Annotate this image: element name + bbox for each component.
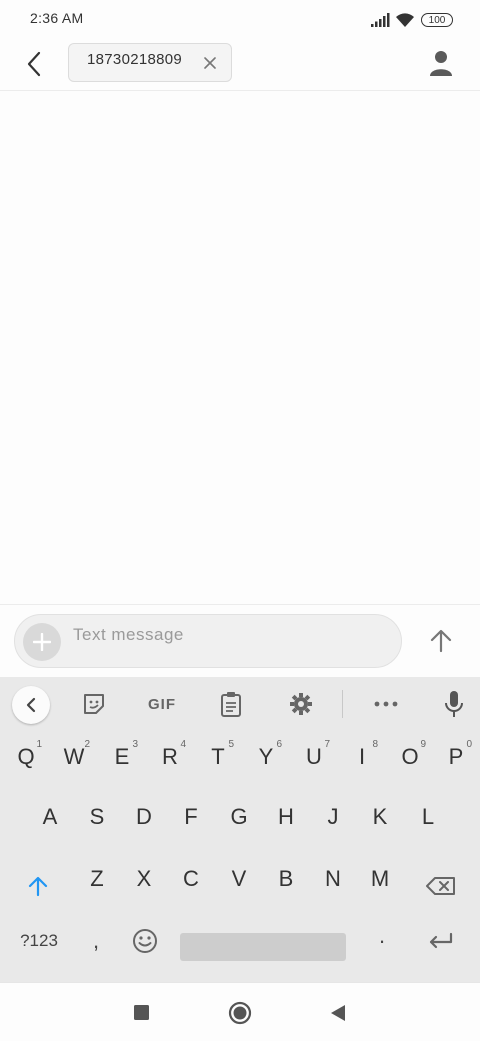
backspace-key[interactable] (418, 862, 464, 910)
key-m[interactable]: M (358, 854, 402, 904)
more-horizontal-icon (374, 701, 398, 707)
compose-divider (0, 604, 480, 605)
attach-button[interactable] (23, 623, 61, 661)
key-q[interactable]: Q1 (4, 732, 48, 782)
status-time: 2:36 AM (30, 10, 84, 26)
key-i[interactable]: I8 (340, 732, 384, 782)
navigation-bar (0, 982, 480, 1041)
symbols-key[interactable]: ?123 (8, 917, 70, 965)
nav-back-button[interactable] (322, 999, 354, 1027)
chevron-left-icon (26, 697, 36, 713)
sticker-icon (84, 694, 104, 714)
more-button[interactable] (366, 685, 406, 723)
gear-icon (290, 693, 312, 715)
compose-box (14, 614, 402, 668)
gif-button[interactable]: GIF (140, 685, 184, 723)
wifi-icon (396, 13, 414, 27)
status-bar: 2:36 AM 100 (0, 0, 480, 38)
contact-button[interactable] (424, 46, 458, 80)
keyboard-toolbar: GIF (0, 677, 480, 732)
key-g[interactable]: G (217, 792, 261, 842)
recipient-chip[interactable]: 18730218809 (68, 43, 232, 82)
comma-key[interactable]: , (74, 917, 118, 965)
emoji-key[interactable] (122, 917, 168, 965)
space-key[interactable] (180, 933, 346, 961)
gif-label: GIF (148, 695, 176, 713)
clipboard-button[interactable] (211, 685, 251, 723)
key-z[interactable]: Z (75, 854, 119, 904)
key-w[interactable]: W2 (52, 732, 96, 782)
toolbar-separator (342, 690, 343, 718)
recipient-number: 18730218809 (87, 51, 183, 68)
back-button[interactable] (18, 48, 50, 80)
keyboard-collapse-button[interactable] (12, 686, 50, 724)
message-input[interactable] (73, 621, 373, 649)
close-icon (204, 57, 216, 69)
key-u[interactable]: U7 (292, 732, 336, 782)
plus-icon (33, 633, 51, 651)
home-button[interactable] (224, 997, 256, 1029)
key-k[interactable]: K (358, 792, 402, 842)
keyboard: GIF Q 1 W 2 E 3 R 4 T 5 Y 6 U 7 I 8 O 9 … (0, 677, 480, 982)
circle-icon (228, 1001, 252, 1025)
remove-recipient-button[interactable] (199, 52, 221, 74)
period-key[interactable]: · (360, 917, 404, 965)
key-t[interactable]: T5 (196, 732, 240, 782)
key-r[interactable]: R4 (148, 732, 192, 782)
key-f[interactable]: F (169, 792, 213, 842)
key-d[interactable]: D (122, 792, 166, 842)
backspace-icon (426, 877, 455, 895)
message-thread[interactable] (0, 91, 480, 604)
enter-icon (429, 932, 453, 949)
square-icon (133, 1004, 149, 1020)
back-arrow-icon (27, 51, 41, 77)
key-n[interactable]: N (311, 854, 355, 904)
key-y[interactable]: Y6 (244, 732, 288, 782)
send-arrow-up-icon (430, 629, 452, 653)
shift-arrow-icon (28, 876, 48, 897)
sticker-button[interactable] (74, 685, 114, 723)
microphone-icon (445, 691, 463, 717)
triangle-back-icon (331, 1005, 345, 1021)
key-j[interactable]: J (311, 792, 355, 842)
shift-key[interactable] (14, 862, 62, 910)
key-c[interactable]: C (169, 854, 213, 904)
key-l[interactable]: L (406, 792, 450, 842)
recents-button[interactable] (126, 1001, 156, 1023)
key-o[interactable]: O9 (388, 732, 432, 782)
key-b[interactable]: B (264, 854, 308, 904)
battery-indicator: 100 (421, 13, 453, 27)
person-icon (430, 51, 452, 76)
keyboard-settings-button[interactable] (281, 685, 321, 723)
key-e[interactable]: E3 (100, 732, 144, 782)
enter-key[interactable] (418, 917, 464, 965)
voice-input-button[interactable] (434, 685, 474, 723)
clipboard-icon (221, 692, 241, 717)
key-v[interactable]: V (217, 854, 261, 904)
key-a[interactable]: A (28, 792, 72, 842)
key-x[interactable]: X (122, 854, 166, 904)
key-h[interactable]: H (264, 792, 308, 842)
key-p[interactable]: P0 (434, 732, 478, 782)
key-s[interactable]: S (75, 792, 119, 842)
send-button[interactable] (420, 620, 462, 662)
emoji-icon (133, 929, 157, 953)
signal-icon (371, 13, 390, 27)
